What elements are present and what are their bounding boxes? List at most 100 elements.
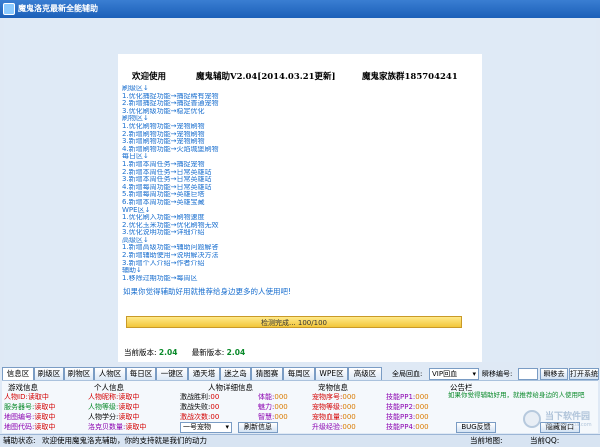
battles-value: 00 [210,413,220,421]
changelog-line: 5.新增每周功能→英雄巨塔 [122,191,205,199]
tab-7[interactable]: 迷之岛 [220,367,251,381]
refresh-info-button[interactable]: 刷新信息 [238,422,278,433]
map-code-label: 地图代码: [4,423,35,431]
tab-10[interactable]: WPE区 [315,367,348,381]
battles-label: 激战次数: [180,413,211,421]
tab-3[interactable]: 人物区 [94,367,126,381]
progress-label: 检测完成... 100/100 [261,319,327,327]
changelog-line: 刷级区↓ [122,85,149,92]
pet-info-panel: 宠物信息 宠物序号:000 技能PP1:000 宠物等级:000 技能PP2:0… [306,380,446,433]
map-code-value: 读取中 [34,423,56,431]
wisdom-label: 智慧: [258,413,275,421]
changelog-line: 辅助↓ [122,267,142,275]
instant-move-button[interactable]: 瞬移去 [540,368,568,380]
status-label: 辅助状态: [3,436,36,445]
pet-level-value: 000 [342,403,356,411]
progress-bar: 检测完成... 100/100 [126,316,462,328]
wisdom-value: 000 [274,413,288,421]
changelog-list: 刷级区↓ 1.优化捕捉功能→捕捉稀有宠物 2.新增捕捉功能→捕捉普通宠物 3.优化刷级… [122,85,452,282]
notice-text: 如果你觉得辅助好用，就推荐给身边的人使用吧 [448,391,585,399]
stamina-value: 000 [274,393,288,401]
level-value: 读取中 [118,403,140,411]
tab-6[interactable]: 通天塔 [188,367,220,381]
latest-version-value: 2.04 [226,348,246,357]
changelog-panel: 欢迎使用 魔鬼辅助V2.04[2014.03.21更新] 魔鬼家族群185704… [118,54,482,362]
changelog-line: 2.新增辅助使用→说明解决方法 [122,252,219,260]
changelog-line: 1.新增本周任务→捕捉宠物 [122,160,205,168]
pet-select[interactable]: 一号宠物 ▾ [180,422,232,433]
changelog-line: 2.优化玉米功能→优化刷物无效 [122,221,219,229]
wins-label: 激战胜利: [180,393,211,401]
changelog-line: 6.新增本周功能→英雄宝藏 [122,198,205,206]
recovery-value: VIP回血 [432,370,458,378]
changelog-line: 2.新增刷物功能→宠物刷物 [122,130,205,138]
current-version-value: 2.04 [158,348,178,357]
recovery-label: 全局回血: [392,370,423,378]
changelog-line: 2.新增本周任务→日常英雄站 [122,168,212,176]
server-value: 读取中 [34,403,56,411]
window-title: 魔鬼洛克最新全能辅助 [18,4,98,13]
changelog-line: 1.移除过期功能→每周区 [122,274,198,282]
tab-1[interactable]: 刷级区 [34,367,64,381]
stamina-label: 体能: [258,393,275,401]
changelog-line: 每日区↓ [122,153,149,161]
server-label: 服务器号: [4,403,35,411]
player-id-label: 人物ID: [4,393,28,401]
changelog-line: 2.新增捕捉功能→捕捉普通宠物 [122,100,219,108]
title-bar: 魔鬼洛克最新全能辅助 [0,0,600,18]
changelog-line: 1.新增高级功能→辅助问题解答 [122,244,219,252]
changelog-line: 1.优化捕捉功能→捕捉稀有宠物 [122,92,219,100]
skill-pp4-label: 技能PP4: [386,423,416,431]
watermark-url: www.downxia.com [545,422,592,428]
skill-pp2-label: 技能PP2: [386,403,416,411]
tab-9[interactable]: 每周区 [283,367,315,381]
beans-value: 读取中 [125,423,147,431]
tab-0[interactable]: 信息区 [2,367,34,381]
losses-value: 00 [210,403,220,411]
changelog-header: 欢迎使用 魔鬼辅助V2.04[2014.03.21更新] 魔鬼家族群185704… [118,70,482,84]
player-id-value: 读取中 [27,393,49,401]
skill-pp4-value: 000 [415,423,429,431]
credits-label: 人物学分: [88,413,119,421]
beans-label: 洛克贝数量: [88,423,126,431]
changelog-line: 高级区↓ [122,236,149,244]
changelog-line: 4.新增每周功能→日常英雄站 [122,183,212,191]
skill-pp3-label: 技能PP3: [386,413,416,421]
app-logo-icon [3,3,15,15]
instant-move-input[interactable] [518,368,538,380]
changelog-line: 刷物区↓ [122,115,149,123]
status-bar: 辅助状态: 欢迎使用魔鬼洛克辅助，你的支持就是我们的动力 当前地图: 当前QQ: [0,434,600,447]
recovery-select[interactable]: VIP回血 ▾ [429,368,479,380]
tab-8[interactable]: 猜图赛 [251,367,283,381]
skill-pp2-value: 000 [415,403,429,411]
watermark-logo-icon [523,410,541,428]
skill-pp3-value: 000 [415,413,429,421]
map-number-value: 读取中 [34,413,56,421]
open-system-button[interactable]: 打开系统 [569,368,599,380]
version-info: 当前版本: 2.04 最新版本: 2.04 [124,347,245,358]
tab-4[interactable]: 每日区 [126,367,156,381]
changelog-line: 3.新增刷物功能→宠物刷物 [122,138,205,146]
bug-report-button[interactable]: BUG反馈 [456,422,496,433]
map-number-label: 地图编号: [4,413,35,421]
tab-11[interactable]: 高级区 [348,367,382,381]
current-map-label: 当前地图: [470,436,503,445]
skill-pp1-label: 技能PP1: [386,393,416,401]
pet-exp-label: 升级经验: [312,423,343,431]
skill-pp1-value: 000 [415,393,429,401]
changelog-line: WPE区↓ [122,206,151,214]
watermark: 当下软件园 www.downxia.com [523,408,595,432]
changelog-line: 3.优化说明功能→详细介绍 [122,229,205,237]
watermark-name: 当下软件园 [545,412,591,422]
changelog-line: 1.优化刷入功能→刷物速度 [122,214,205,222]
wins-value: 00 [210,393,220,401]
pet-index-label: 宠物序号: [312,393,343,401]
tab-2[interactable]: 刷物区 [64,367,94,381]
main-area: 欢迎使用 魔鬼辅助V2.04[2014.03.21更新] 魔鬼家族群185704… [4,20,596,362]
pet-select-value: 一号宠物 [183,423,211,431]
instant-move-label: 瞬移编号: [482,370,513,378]
current-qq-label: 当前QQ: [530,436,560,445]
pet-exp-value: 000 [342,423,356,431]
tab-5[interactable]: 一键区 [156,367,188,381]
version-title: 魔鬼辅助V2.04[2014.03.21更新] [196,72,336,82]
